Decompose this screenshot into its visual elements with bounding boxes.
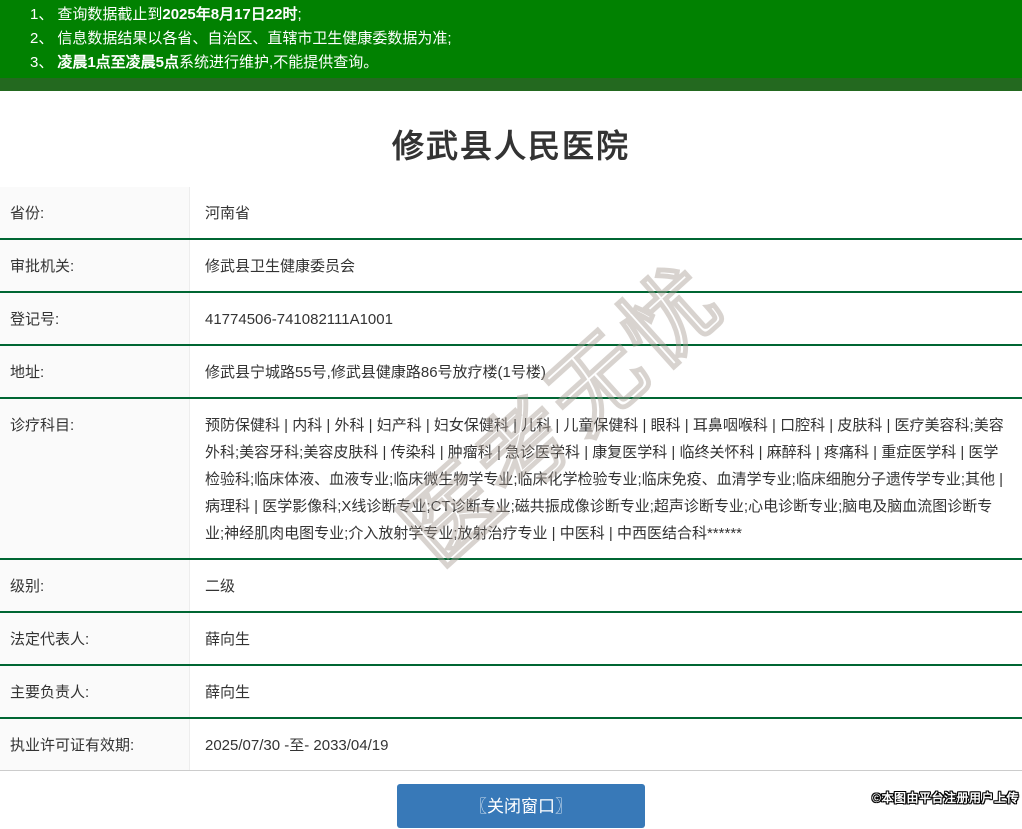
- row-label: 诊疗科目:: [0, 399, 190, 558]
- row-value: 修武县卫生健康委员会: [205, 258, 356, 275]
- close-window-button[interactable]: 〖关闭窗口〗: [397, 784, 645, 828]
- row-value: 修武县宁城路55号,修武县健康路86号放疗楼(1号楼): [205, 364, 546, 381]
- table-row: 执业许可证有效期: 2025/07/30 -至- 2033/04/19: [0, 719, 1022, 771]
- button-row: 〖关闭窗口〗: [0, 784, 1022, 828]
- notice-number: 2、: [30, 30, 54, 47]
- table-row: 主要负责人: 薛向生: [0, 666, 1022, 719]
- row-value: 薛向生: [205, 631, 251, 648]
- row-label: 登记号:: [0, 293, 190, 344]
- row-value: 二级: [205, 578, 236, 595]
- table-row: 省份: 河南省: [0, 187, 1022, 240]
- notice-line: 2、 信息数据结果以各省、自治区、直辖市卫生健康委数据为准;: [0, 27, 1022, 51]
- row-label: 执业许可证有效期:: [0, 719, 190, 770]
- notice-line: 3、 凌晨1点至凌晨5点系统进行维护,不能提供查询。: [0, 51, 1022, 75]
- row-label: 法定代表人:: [0, 613, 190, 664]
- row-label: 级别:: [0, 560, 190, 611]
- table-row: 诊疗科目: 预防保健科 | 内科 | 外科 | 妇产科 | 妇女保健科 | 儿科 …: [0, 399, 1022, 560]
- row-label: 主要负责人:: [0, 666, 190, 717]
- notice-text: 2025年8月17日22时: [162, 6, 298, 23]
- row-value: 预防保健科 | 内科 | 外科 | 妇产科 | 妇女保健科 | 儿科 | 儿童保…: [205, 417, 1004, 542]
- table-row: 登记号: 41774506-741082111A1001: [0, 293, 1022, 346]
- notice-text: 系统进行维护,不能提供查询。: [179, 54, 379, 71]
- header-strip: [0, 78, 1022, 91]
- notice-number: 1、: [30, 6, 54, 23]
- notice-header: 1、 查询数据截止到2025年8月17日22时; 2、 信息数据结果以各省、自治区、直…: [0, 0, 1022, 91]
- hospital-info-table: 省份: 河南省审批机关: 修武县卫生健康委员会登记号: 41774506-741082…: [0, 187, 1022, 771]
- row-value: 河南省: [205, 205, 251, 222]
- notice-line: 1、 查询数据截止到2025年8月17日22时;: [0, 3, 1022, 27]
- page-title: 修武县人民医院: [391, 128, 630, 164]
- table-row: 审批机关: 修武县卫生健康委员会: [0, 240, 1022, 293]
- notice-text: 凌晨1点至凌晨5点: [57, 54, 180, 71]
- notice-number: 3、: [30, 54, 54, 71]
- notice-list: 1、 查询数据截止到2025年8月17日22时; 2、 信息数据结果以各省、自治区、直…: [0, 3, 1022, 75]
- table-row: 级别: 二级: [0, 560, 1022, 613]
- row-value: 41774506-741082111A1001: [205, 311, 393, 328]
- row-value: 薛向生: [205, 684, 251, 701]
- notice-text: 查询数据截止到: [57, 6, 163, 23]
- table-row: 法定代表人: 薛向生: [0, 613, 1022, 666]
- row-label: 审批机关:: [0, 240, 190, 291]
- row-value: 2025/07/30 -至- 2033/04/19: [205, 737, 389, 754]
- notice-text: ;: [297, 6, 302, 23]
- table-row: 地址: 修武县宁城路55号,修武县健康路86号放疗楼(1号楼): [0, 346, 1022, 399]
- notice-text: 信息数据结果以各省、自治区、直辖市卫生健康委数据为准;: [57, 30, 452, 47]
- row-label: 地址:: [0, 346, 190, 397]
- row-label: 省份:: [0, 187, 190, 238]
